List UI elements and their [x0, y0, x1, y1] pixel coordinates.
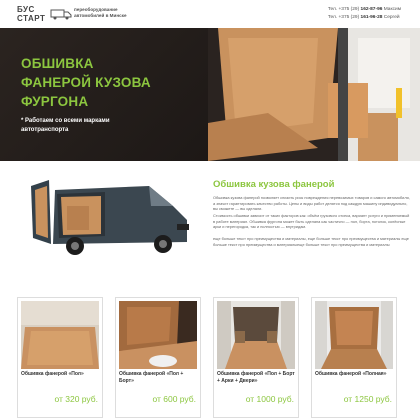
hero-banner: ОБШИВКА ФАНЕРОЙ КУЗОВА ФУРГОНА * Работае…	[0, 28, 420, 161]
hero-title: ОБШИВКА ФАНЕРОЙ КУЗОВА ФУРГОНА	[21, 56, 151, 109]
product-card-floor-sides[interactable]: Обшивка фанерой «Пол + Борт» от 600 руб.	[115, 297, 201, 418]
tagline: переоборудование автомобилей в Минске	[74, 7, 127, 19]
product-name: Обшивка фанерой «Полная»	[315, 371, 387, 377]
product-name: Обшивка фанерой «Пол»	[21, 371, 84, 377]
logo[interactable]: БУС СТАРТ	[17, 5, 72, 23]
product-price: от 320 руб.	[54, 394, 98, 404]
product-cards: Обшивка фанерой «Пол» от 320 руб. Обшивк…	[17, 297, 407, 418]
section-paragraph-2: Стоимость обшивки зависит от таких факто…	[213, 213, 410, 230]
product-price: от 1000 руб.	[245, 394, 294, 404]
product-price: от 1250 руб.	[343, 394, 392, 404]
product-image-floor	[21, 301, 99, 369]
hero-note: * Работаем со всеми марками автотранспор…	[21, 118, 110, 133]
van-open-doors-image	[27, 172, 195, 260]
section-paragraph-1: Обшивка кузова фанерой позволяет снизить…	[213, 195, 410, 212]
site-header: БУС СТАРТ переоборудование автомобилей в…	[0, 0, 420, 28]
product-card-full[interactable]: Обшивка фанерой «Полная» от 1250 руб.	[311, 297, 397, 418]
product-card-floor[interactable]: Обшивка фанерой «Пол» от 320 руб.	[17, 297, 103, 418]
product-name: Обшивка фанерой «Пол + Борт»	[119, 371, 184, 384]
phone-1[interactable]: Тел. +375 (29) 162-87-96 Максим	[328, 6, 401, 14]
phone-2[interactable]: Тел. +375 (29) 161-96-28 Сергей	[328, 14, 401, 22]
product-image-floor-sides	[119, 301, 197, 369]
product-name: Обшивка фанерой «Пол + Борт + Арки + Две…	[217, 371, 295, 384]
logo-line2: СТАРТ	[17, 14, 46, 23]
section-title: Обшивка кузова фанерой	[213, 179, 335, 190]
van-logo-icon	[50, 9, 72, 20]
product-image-full	[315, 301, 393, 369]
product-image-floor-sides-arches-doors	[217, 301, 295, 369]
logo-line1: БУС	[17, 5, 35, 14]
section-paragraph-3: еще больше текст про преимущества и мате…	[213, 236, 409, 247]
phone-block: Тел. +375 (29) 162-87-96 Максим Тел. +37…	[328, 6, 401, 22]
hero-van-interior-image	[208, 28, 420, 161]
product-card-floor-sides-arches-doors[interactable]: Обшивка фанерой «Пол + Борт + Арки + Две…	[213, 297, 299, 418]
product-price: от 600 руб.	[152, 394, 196, 404]
tagline-line2: автомобилей в Минске	[74, 13, 127, 18]
